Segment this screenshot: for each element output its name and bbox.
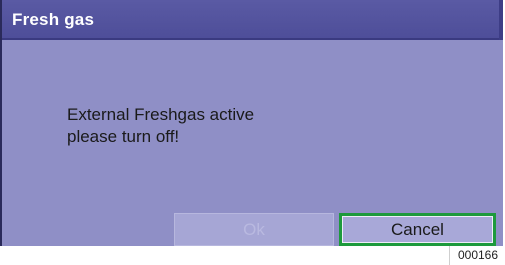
figure-id-label: 000166: [449, 246, 505, 265]
dialog-title-bar: Fresh gas: [2, 0, 503, 40]
cancel-button-label: Cancel: [391, 220, 444, 239]
cancel-button[interactable]: Cancel: [339, 213, 496, 246]
message-line-2: please turn off!: [67, 127, 180, 146]
dialog-title: Fresh gas: [12, 10, 95, 29]
title-bar-edge: [499, 0, 503, 40]
fresh-gas-dialog: Fresh gas External Freshgas active pleas…: [0, 0, 503, 246]
ok-button[interactable]: Ok: [174, 213, 334, 246]
dialog-message: External Freshgas active please turn off…: [67, 104, 254, 148]
message-line-1: External Freshgas active: [67, 105, 255, 124]
ok-button-label: Ok: [243, 220, 265, 239]
